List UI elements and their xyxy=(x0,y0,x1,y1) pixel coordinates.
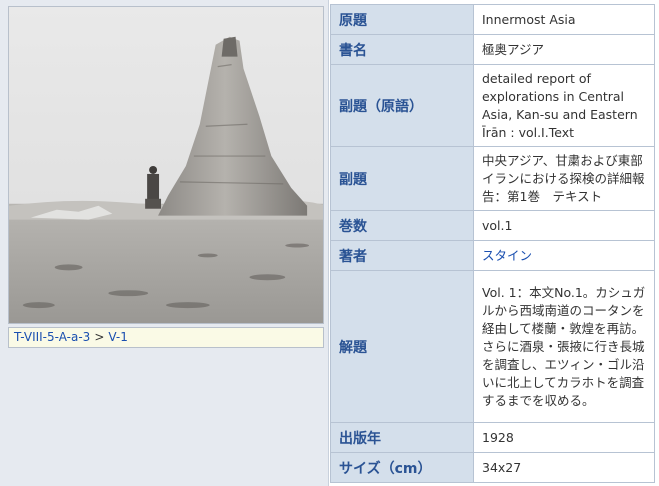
field-value-subtitle-original: detailed report of explorations in Centr… xyxy=(473,64,655,147)
field-label: 解題 xyxy=(330,270,474,423)
table-row: 書名 極奥アジア xyxy=(330,34,655,65)
breadcrumb-separator: > xyxy=(94,330,105,344)
field-value-original-title: Innermost Asia xyxy=(473,4,655,35)
breadcrumb: T-VIII-5-A-a-3 > V-1 xyxy=(8,327,324,348)
author-link[interactable]: スタイン xyxy=(482,248,532,263)
photo[interactable] xyxy=(8,6,324,324)
field-value-volume: vol.1 xyxy=(473,210,655,241)
table-row: 原題 Innermost Asia xyxy=(330,4,655,35)
field-label: サイズ（cm） xyxy=(330,452,474,483)
breadcrumb-link-item[interactable]: V-1 xyxy=(108,330,127,344)
breadcrumb-link-path[interactable]: T-VIII-5-A-a-3 xyxy=(14,330,90,344)
image-panel: T-VIII-5-A-a-3 > V-1 xyxy=(0,0,329,486)
field-label: 著者 xyxy=(330,240,474,271)
field-label: 原題 xyxy=(330,4,474,35)
field-value-year: 1928 xyxy=(473,422,655,453)
field-value-description: Vol. 1：本文No.1。カシュガルから西域南道のコータンを経由して楼蘭・敦煌… xyxy=(473,270,655,423)
stupa-ruin-photo xyxy=(9,7,323,323)
field-label: 巻数 xyxy=(330,210,474,241)
field-value-size: 34x27 xyxy=(473,452,655,483)
table-row: 巻数 vol.1 xyxy=(330,210,655,241)
metadata-table: 原題 Innermost Asia 書名 極奥アジア 副題（原語） detail… xyxy=(330,4,655,483)
field-value-title: 極奥アジア xyxy=(473,34,655,65)
table-row: 副題 中央アジア、甘粛および東部イランにおける探検の詳細報告：第1巻 テキスト xyxy=(330,146,655,211)
field-value-subtitle: 中央アジア、甘粛および東部イランにおける探検の詳細報告：第1巻 テキスト xyxy=(473,146,655,211)
field-label: 書名 xyxy=(330,34,474,65)
field-label: 出版年 xyxy=(330,422,474,453)
field-label: 副題（原語） xyxy=(330,64,474,147)
field-label: 副題 xyxy=(330,146,474,211)
table-row: 副題（原語） detailed report of explorations i… xyxy=(330,64,655,147)
field-value-author: スタイン xyxy=(473,240,655,271)
table-row: サイズ（cm） 34x27 xyxy=(330,452,655,483)
table-row: 著者 スタイン xyxy=(330,240,655,271)
table-row: 解題 Vol. 1：本文No.1。カシュガルから西域南道のコータンを経由して楼蘭… xyxy=(330,270,655,423)
table-row: 出版年 1928 xyxy=(330,422,655,453)
